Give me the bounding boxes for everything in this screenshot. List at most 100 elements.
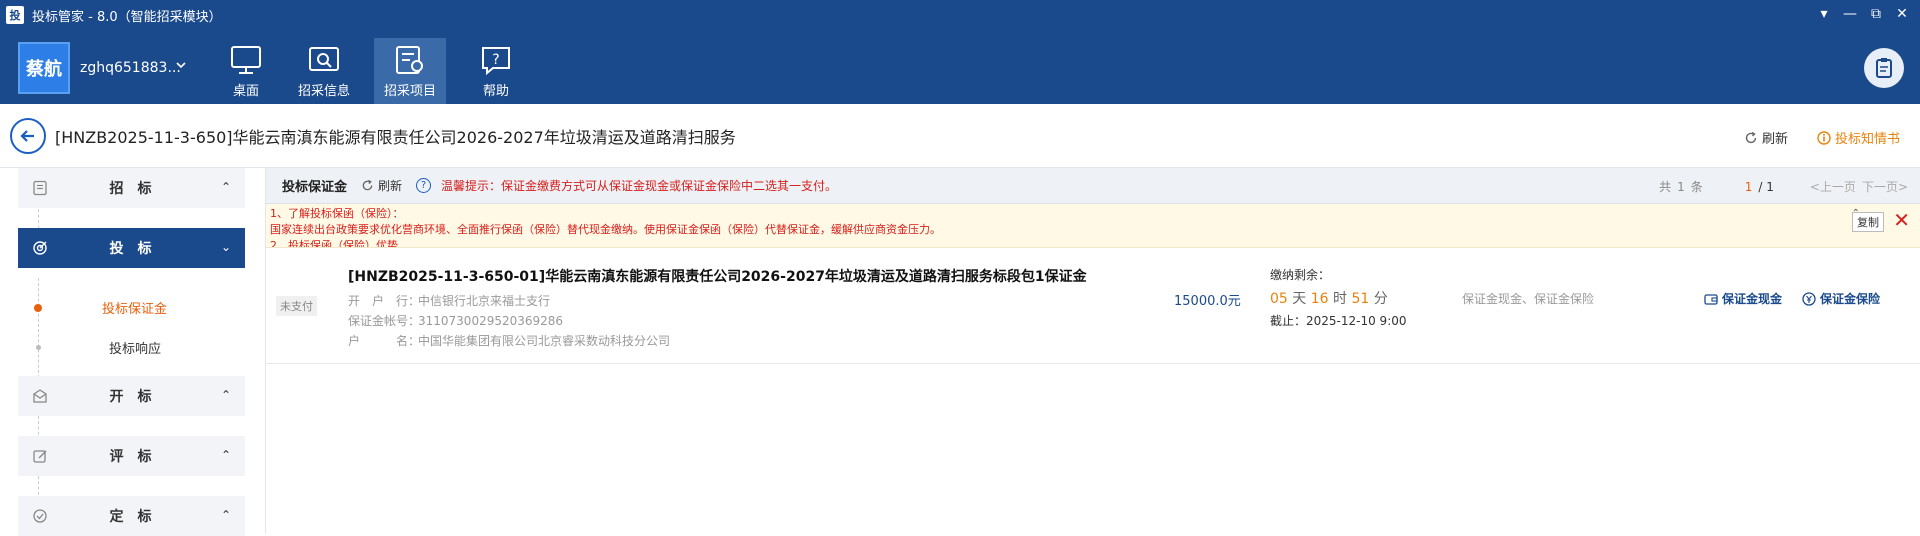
sidebar-step-tender[interactable]: 招标 ⌃	[18, 168, 245, 208]
holder-value: 中国华能集团有限公司北京睿采数动科技分公司	[418, 334, 671, 348]
search-doc-icon	[309, 47, 339, 71]
countdown: 05 天 16 时 51 分	[1270, 288, 1388, 308]
prev-page-link[interactable]: <上一页	[1810, 178, 1856, 195]
arrow-left-icon	[20, 130, 34, 142]
tip-text: 温馨提示：保证金缴费方式可从保证金现金或保证金保险中二选其一支付。	[441, 179, 838, 193]
deposit-title: [HNZB2025-11-3-650-01]华能云南滇东能源有限责任公司2026…	[348, 269, 1087, 285]
chevron-up-icon: ⌃	[220, 180, 231, 194]
pay-cash-label: 保证金现金	[1722, 292, 1783, 306]
step-label: 评标	[109, 449, 166, 465]
pay-insurance-label: 保证金保险	[1820, 292, 1881, 306]
window-controls: ▾ — ⧉ ✕	[1814, 4, 1912, 24]
refresh-label: 刷新	[378, 179, 403, 193]
sidebar-step-award[interactable]: 定标 ⌃	[18, 496, 245, 536]
minimize-icon[interactable]: —	[1840, 4, 1860, 24]
step-connector	[38, 278, 39, 378]
countdown-unit: 时	[1333, 291, 1348, 307]
notice-text: 1、了解投标保函（保险）： 国家连续出台政策要求优化营商环境、全面推行保函（保险…	[270, 206, 941, 248]
holder-row: 户 名：中国华能集团有限公司北京睿采数动科技分公司	[348, 332, 670, 349]
pay-cash-button[interactable]: 保证金现金	[1704, 290, 1782, 307]
nav-label: 帮助	[482, 84, 509, 99]
help-icon[interactable]: ?	[416, 178, 432, 193]
sidebar-step-bid[interactable]: 投标 ⌄	[18, 228, 245, 268]
account-key: 保证金帐号：	[348, 314, 421, 328]
top-bar: 投 投标管家 - 8.0（智能招采模块） ▾ — ⧉ ✕ 蔡航 zghq6518…	[0, 0, 1920, 104]
header-refresh-button[interactable]: 刷新	[1744, 128, 1788, 147]
chevron-up-icon: ⌃	[220, 448, 231, 462]
refresh-icon	[1745, 131, 1757, 143]
nav-label: 桌面	[232, 84, 259, 99]
page-header: [HNZB2025-11-3-650]华能云南滇东能源有限责任公司2026-20…	[0, 104, 1920, 168]
countdown-unit: 分	[1373, 291, 1388, 307]
pay-insurance-button[interactable]: 保证金保险	[1802, 290, 1880, 307]
close-icon[interactable]: ✕	[1892, 4, 1912, 24]
deposit-row: 未支付 [HNZB2025-11-3-650-01]华能云南滇东能源有限责任公司…	[266, 248, 1920, 364]
notice-line: 国家连续出台政策要求优化营商环境、全面推行保函（保险）替代现金缴纳。使用保证金保…	[270, 223, 941, 236]
chevron-down-icon: ⌄	[220, 240, 231, 254]
nav-desktop[interactable]: 桌面	[210, 38, 282, 104]
back-button[interactable]	[10, 118, 46, 154]
notice-line: 2、投标保函（保险）优势	[270, 239, 398, 248]
copy-button[interactable]: 复制	[1852, 212, 1884, 232]
info-circle-icon	[1817, 130, 1831, 145]
bank-key: 开 户 行：	[348, 294, 421, 308]
help-bubble-icon: ?	[482, 47, 510, 76]
clipboard-icon	[1876, 58, 1892, 78]
substep-bid-deposit[interactable]: 投标保证金	[34, 298, 167, 317]
clipboard-button[interactable]	[1864, 48, 1904, 88]
nav-label: 招采项目	[383, 84, 436, 99]
pay-types: 保证金现金、保证金保险	[1462, 292, 1595, 306]
nav-bid-projects[interactable]: 招采项目	[374, 38, 446, 104]
sidebar-step-opening[interactable]: 开标 ⌃	[18, 376, 245, 416]
step-label: 开标	[109, 389, 166, 405]
chevron-up-icon: ⌃	[220, 388, 231, 402]
step-label: 投标	[109, 241, 166, 257]
total-count: 1	[1677, 179, 1685, 194]
holder-key: 户 名：	[348, 334, 421, 348]
countdown-label: 缴纳剩余：	[1270, 268, 1331, 282]
sidebar: 招标 ⌃ 投标 ⌄ 投标保证金 投标响应 开标 ⌃ 评标 ⌃ 定标 ⌃	[0, 168, 266, 536]
next-page-link[interactable]: 下一页>	[1862, 178, 1908, 195]
avatar[interactable]: 蔡航	[18, 42, 70, 94]
countdown-unit: 天	[1292, 291, 1307, 307]
countdown-hours: 16	[1310, 291, 1329, 307]
account-row: 保证金帐号：3110730029520369286	[348, 312, 563, 329]
page-title: [HNZB2025-11-3-650]华能云南滇东能源有限责任公司2026-20…	[55, 128, 736, 147]
total-suffix: 条	[1690, 180, 1703, 194]
bank-row: 开 户 行：中信银行北京来福士支行	[348, 292, 550, 309]
username[interactable]: zghq651883...	[80, 60, 181, 76]
status-badge: 未支付	[276, 296, 317, 316]
total-pages: / 1	[1758, 179, 1774, 194]
notice-line: 1、了解投标保函（保险）：	[270, 207, 404, 220]
nav-help[interactable]: ? 帮助	[460, 38, 532, 104]
title-bar: 投 投标管家 - 8.0（智能招采模块） ▾ — ⧉ ✕	[0, 0, 1920, 30]
sidebar-step-evaluation[interactable]: 评标 ⌃	[18, 436, 245, 476]
deposit-amount: 15000.0元	[1174, 294, 1241, 309]
menu-icon[interactable]: ▾	[1814, 4, 1834, 24]
bid-notice-label: 投标知情书	[1834, 132, 1900, 147]
restore-icon[interactable]: ⧉	[1866, 4, 1886, 24]
chevron-down-icon[interactable]	[174, 58, 190, 74]
main-panel: 投标保证金 刷新 ? 温馨提示：保证金缴费方式可从保证金现金或保证金保险中二选其…	[266, 168, 1920, 534]
wallet-icon	[1704, 293, 1718, 305]
deadline: 截止：2025-12-10 9:00	[1270, 314, 1407, 328]
nav-bid-info[interactable]: 招采信息	[288, 38, 360, 104]
close-icon[interactable]: ✕	[1893, 208, 1910, 232]
bank-value: 中信银行北京来福士支行	[418, 294, 551, 308]
app-logo-icon: 投	[6, 6, 24, 24]
yen-circle-icon	[1802, 291, 1816, 306]
deposit-toolbar: 投标保证金 刷新 ? 温馨提示：保证金缴费方式可从保证金现金或保证金保险中二选其…	[266, 168, 1920, 204]
countdown-minutes: 51	[1351, 291, 1370, 307]
bid-notice-button[interactable]: 投标知情书	[1817, 128, 1900, 147]
substep-bid-response[interactable]: 投标响应	[34, 338, 161, 357]
chevron-up-icon: ⌃	[220, 508, 231, 522]
total-prefix: 共	[1659, 180, 1672, 194]
svg-text:?: ?	[492, 52, 499, 68]
refresh-icon	[362, 179, 373, 191]
notice-banner: 1、了解投标保函（保险）： 国家连续出台政策要求优化营商环境、全面推行保函（保险…	[266, 204, 1920, 248]
countdown-days: 05	[1270, 291, 1288, 307]
step-label: 定标	[109, 509, 166, 525]
refresh-button[interactable]: 刷新	[361, 177, 402, 194]
header-refresh-label: 刷新	[1761, 132, 1788, 147]
substep-dot	[36, 345, 41, 350]
